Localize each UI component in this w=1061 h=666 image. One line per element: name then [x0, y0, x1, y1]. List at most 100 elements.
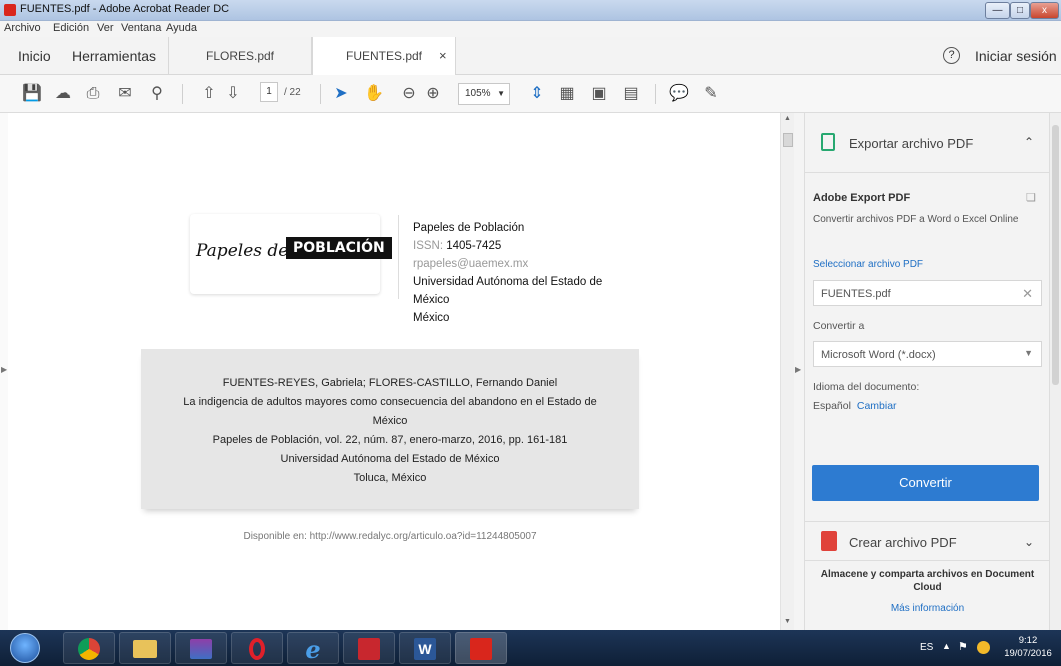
show-hidden-icons-icon[interactable]: ▲ — [942, 641, 951, 651]
citation-authors: FUENTES-REYES, Gabriela; FLORES-CASTILLO… — [222, 377, 558, 389]
word-icon: W — [414, 638, 436, 660]
tab-inicio[interactable]: Inicio — [18, 48, 51, 64]
doc-language-label: Idioma del documento: — [813, 381, 920, 393]
citation-institution: Universidad Autónoma del Estado de Méxic… — [280, 453, 500, 465]
zoom-select[interactable]: 105% ▼ — [458, 83, 510, 105]
menu-edicion[interactable]: Edición — [53, 22, 89, 34]
file-field-value: FUENTES.pdf — [821, 288, 891, 300]
minimize-button[interactable]: — — [985, 2, 1010, 19]
zoom-value: 105% — [465, 88, 491, 99]
taskbar-ie[interactable]: e — [287, 632, 339, 664]
select-cursor-icon[interactable]: ➤ — [330, 83, 352, 105]
tools-pane-scroll-thumb[interactable] — [1052, 125, 1059, 385]
page-layout-icon[interactable]: ▦ — [556, 83, 578, 105]
create-pdf-header[interactable]: Crear archivo PDF ⌄ — [805, 523, 1050, 561]
institution-line1: Universidad Autónoma del Estado de — [413, 276, 603, 288]
institution-line2: México — [413, 294, 450, 306]
fullscreen-icon[interactable]: ▣ — [588, 83, 610, 105]
maximize-button[interactable]: □ — [1010, 2, 1030, 19]
fit-page-icon[interactable]: ⇕ — [526, 83, 548, 105]
winrar-icon — [190, 639, 212, 659]
taskbar-explorer[interactable] — [119, 632, 171, 664]
scroll-down-icon[interactable]: ▼ — [784, 618, 791, 625]
previous-page-icon[interactable]: ⇧ — [198, 83, 220, 105]
tab-fuentes[interactable]: FUENTES.pdf × — [312, 37, 456, 75]
more-info-link[interactable]: Más información — [805, 603, 1050, 614]
logo-script-text: Papeles de — [196, 241, 289, 261]
read-mode-icon[interactable]: ▤ — [620, 83, 642, 105]
menu-bar: Archivo Edición Ver Ventana Ayuda — [0, 21, 1061, 37]
menu-ayuda[interactable]: Ayuda — [166, 22, 197, 34]
title-bar: FUENTES.pdf - Adobe Acrobat Reader DC — … — [0, 0, 1061, 21]
export-pdf-header[interactable]: Exportar archivo PDF ⌃ — [805, 113, 1050, 173]
tab-flores-label: FLORES.pdf — [205, 49, 275, 63]
document-scrollbar[interactable]: ▲ ▼ — [780, 113, 794, 630]
menu-archivo[interactable]: Archivo — [4, 22, 41, 34]
zoom-in-icon[interactable]: ⊕ — [422, 83, 444, 105]
taskbar-winrar[interactable] — [175, 632, 227, 664]
opera-icon — [249, 638, 265, 660]
expand-chevron-icon[interactable]: ⌄ — [1024, 535, 1034, 549]
chevron-down-icon: ▼ — [497, 89, 505, 98]
help-icon[interactable]: ? — [943, 47, 960, 64]
toolbar-divider — [655, 84, 656, 104]
tab-fuentes-label: FUENTES.pdf — [345, 49, 423, 63]
sign-in-link[interactable]: Iniciar sesión — [975, 48, 1057, 64]
available-at-link[interactable]: Disponible en: http://www.redalyc.org/ar… — [141, 531, 639, 542]
clock[interactable]: 9:12 19/07/2016 — [1000, 634, 1056, 660]
acrobat-app-icon — [4, 4, 16, 16]
menu-ventana[interactable]: Ventana — [121, 22, 161, 34]
collapse-chevron-icon[interactable]: ⌃ — [1024, 135, 1034, 149]
collapse-right-icon: ▶ — [795, 365, 802, 374]
notification-icon[interactable] — [977, 641, 990, 654]
scroll-thumb[interactable] — [783, 133, 793, 147]
next-page-icon[interactable]: ⇩ — [222, 83, 244, 105]
left-pane-toggle[interactable]: ▶ — [0, 113, 8, 630]
print-icon[interactable]: ⎙ — [82, 83, 104, 105]
citation-title-line2: México — [372, 415, 408, 427]
taskbar-chrome[interactable] — [63, 632, 115, 664]
clear-file-icon[interactable]: ✕ — [1022, 286, 1033, 302]
save-icon[interactable]: 💾 — [21, 83, 43, 105]
format-select[interactable]: Microsoft Word (*.docx) ▼ — [813, 341, 1042, 367]
document-page: Papeles de POBLACIÓN Papeles de Població… — [8, 113, 780, 630]
convert-to-label: Convertir a — [813, 320, 865, 332]
cloud-promo-text: Almacene y comparta archivos en Document… — [805, 568, 1050, 594]
page-number-input[interactable]: 1 — [260, 82, 278, 102]
export-info-icon[interactable]: ❏ — [1026, 191, 1036, 204]
journal-info: Papeles de Población ISSN: 1405-7425 rpa… — [413, 219, 602, 327]
clock-date: 19/07/2016 — [1004, 648, 1052, 659]
flag-icon[interactable]: ⚑ — [958, 640, 968, 653]
file-field[interactable]: FUENTES.pdf ✕ — [813, 280, 1042, 306]
tab-herramientas[interactable]: Herramientas — [72, 48, 156, 64]
language-indicator[interactable]: ES — [920, 642, 933, 653]
page-total: / 22 — [284, 87, 301, 98]
select-pdf-link[interactable]: Seleccionar archivo PDF — [813, 259, 923, 270]
upload-cloud-icon[interactable]: ☁ — [52, 83, 74, 105]
comment-icon[interactable]: 💬 — [668, 83, 690, 105]
panel-divider — [805, 521, 1050, 522]
chevron-down-icon: ▼ — [1024, 348, 1033, 358]
close-window-button[interactable]: x — [1030, 2, 1059, 19]
taskbar-opera[interactable] — [231, 632, 283, 664]
taskbar-zynga[interactable] — [343, 632, 395, 664]
change-language-link[interactable]: Cambiar — [857, 400, 897, 412]
tools-pane: Exportar archivo PDF ⌃ ❏ Adobe Export PD… — [804, 113, 1050, 630]
tools-pane-scrollbar[interactable] — [1049, 113, 1061, 630]
create-pdf-title: Crear archivo PDF — [849, 535, 957, 550]
right-pane-toggle[interactable]: ▶ — [794, 113, 804, 630]
zoom-out-icon[interactable]: ⊖ — [398, 83, 420, 105]
taskbar-word[interactable]: W — [399, 632, 451, 664]
search-icon[interactable]: ⚲ — [146, 83, 168, 105]
tab-flores[interactable]: FLORES.pdf — [168, 37, 312, 75]
scroll-up-icon[interactable]: ▲ — [784, 115, 791, 122]
hand-tool-icon[interactable]: ✋ — [363, 83, 385, 105]
menu-ver[interactable]: Ver — [97, 22, 114, 34]
close-tab-icon[interactable]: × — [439, 37, 447, 75]
toolbar-divider — [182, 84, 183, 104]
taskbar-acrobat[interactable] — [455, 632, 507, 664]
email-icon[interactable]: ✉ — [114, 83, 136, 105]
start-button[interactable] — [10, 633, 40, 663]
convert-button[interactable]: Convertir — [812, 465, 1039, 501]
pen-icon[interactable]: ✎ — [700, 83, 722, 105]
